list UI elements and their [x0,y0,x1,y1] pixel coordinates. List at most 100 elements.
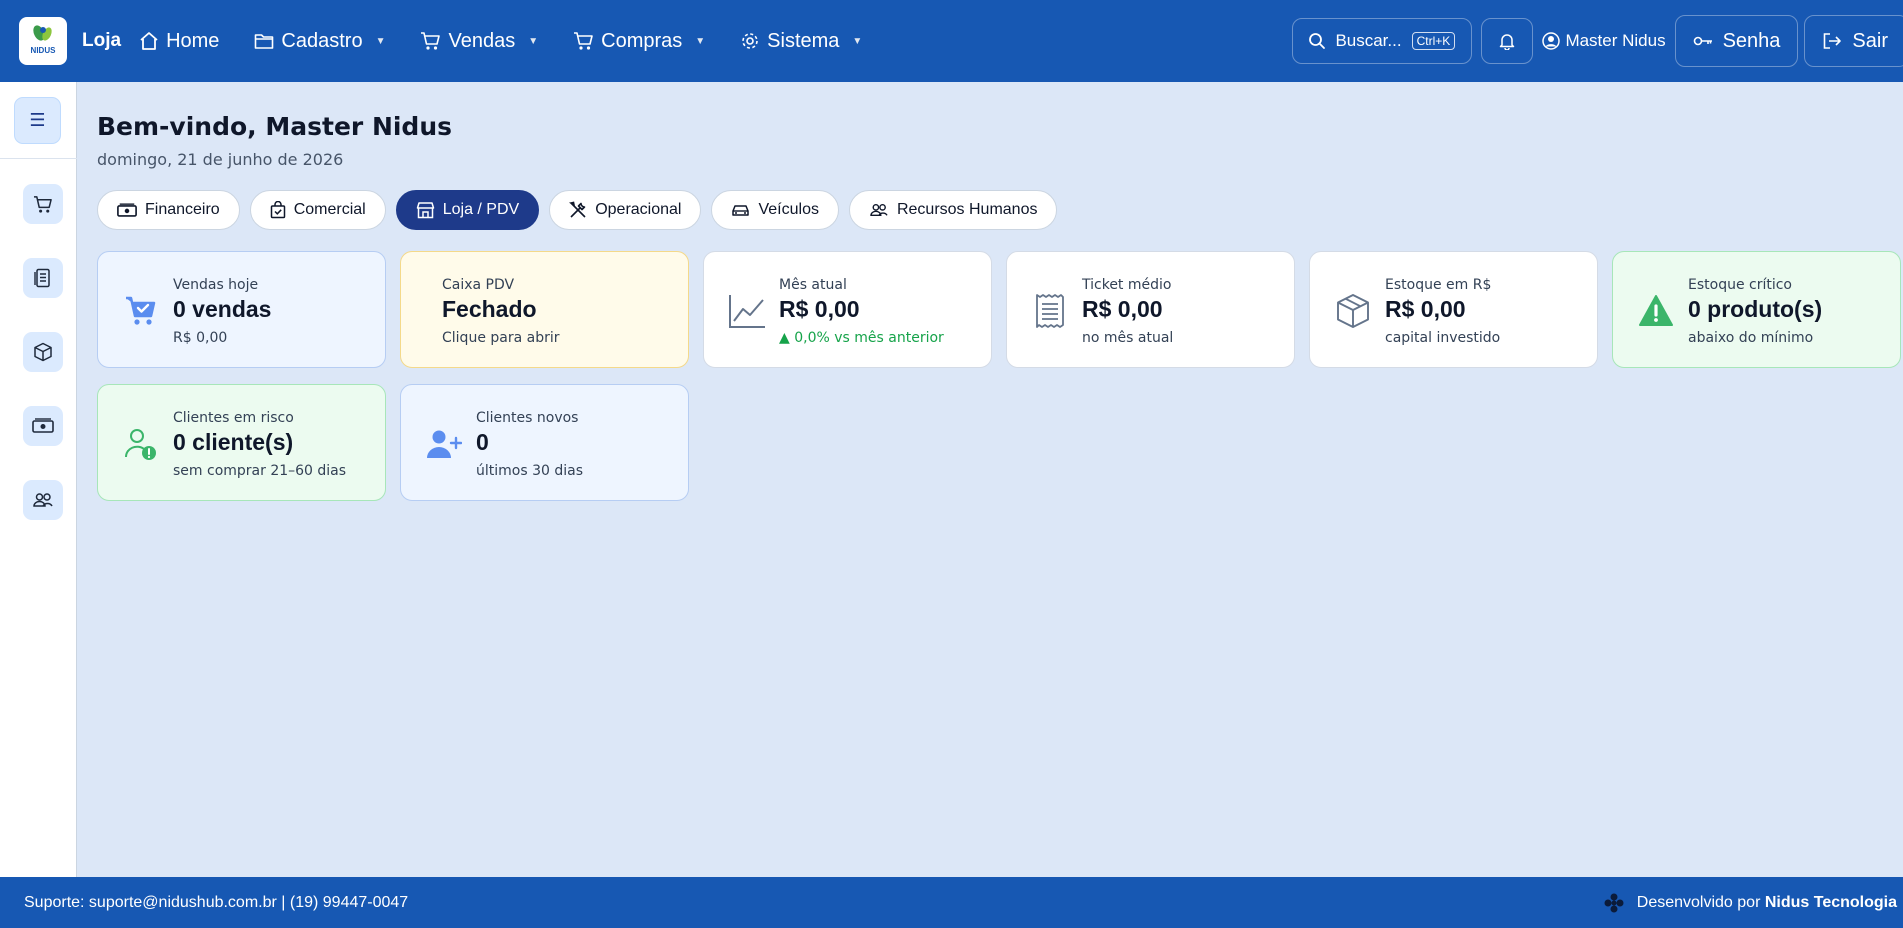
cash-icon [32,418,54,433]
card-value: 0 [476,429,489,455]
cash-icon [117,202,137,217]
tab-comercial[interactable]: Comercial [249,190,386,230]
bell-icon [1500,34,1515,50]
tab-loja-pdv[interactable]: Loja / PDV [395,190,540,230]
tools-icon [569,201,586,218]
card-estoque-valor[interactable]: Estoque em R$ R$ 0,00 capital investido [1309,251,1598,368]
nav-home[interactable]: Home [139,30,219,53]
nav-sistema-label: Sistema [767,29,840,52]
card-caixa-pdv[interactable]: Caixa PDV Fechado Clique para abrir [400,251,689,368]
sidebar-item-finance[interactable] [23,406,63,446]
nav-cadastro[interactable]: Cadastro ▼ [254,30,385,53]
user-name: Master Nidus [1565,31,1666,50]
developer-credit[interactable]: Desenvolvido por Nidus Tecnologia [1603,892,1897,914]
sidebar-divider [0,158,77,159]
shop-icon [416,202,434,219]
card-label: Caixa PDV [442,277,515,293]
home-icon [140,32,158,50]
sidebar: ☰ [0,82,77,877]
tab-veiculos-label: Veículos [758,201,819,218]
card-label: Estoque crítico [1688,277,1793,293]
nav-vendas[interactable]: Vendas ▼ [420,30,538,53]
password-label: Senha [1722,29,1781,52]
card-subtext: sem comprar 21–60 dias [173,463,347,479]
card-subtext: R$ 0,00 [173,330,228,346]
card-value: R$ 0,00 [1082,296,1163,322]
tab-operacional-label: Operacional [595,201,682,218]
user-menu[interactable]: Master Nidus [1542,31,1666,51]
dashboard-tabs: Financeiro Comercial Loja / PDV Operacio… [97,190,1067,230]
card-mes-atual[interactable]: Mês atual R$ 0,00 ▲ 0,0% vs mês anterior [703,251,992,368]
card-label: Clientes em risco [173,410,294,426]
company-mark-icon [1604,893,1624,912]
card-subtext: últimos 30 dias [476,463,584,479]
card-value: 0 produto(s) [1688,296,1823,322]
chevron-down-icon: ▼ [695,35,706,47]
sidebar-item-inventory[interactable] [23,332,63,372]
card-estoque-critico[interactable]: Estoque crítico 0 produto(s) abaixo do m… [1612,251,1901,368]
tab-veiculos[interactable]: Veículos [711,190,839,230]
current-date: domingo, 21 de junho de 2026 [97,150,344,169]
top-navbar: NIDUS Loja Home Cadastro ▼ Vendas ▼ Comp… [0,0,1903,82]
footer: Suporte: suporte@nidushub.com.br | (19) … [0,877,1903,928]
card-label: Ticket médio [1082,277,1172,293]
chevron-down-icon: ▼ [528,35,539,47]
gear-icon [742,33,758,49]
sidebar-item-receipts[interactable] [23,258,63,298]
cart-icon [33,195,52,213]
page-title: Bem-vindo, Master Nidus [97,112,453,141]
tab-operacional[interactable]: Operacional [549,190,702,230]
change-password-button[interactable]: Senha [1674,15,1799,67]
card-subtext: no mês atual [1082,330,1174,346]
warning-icon [1639,295,1673,326]
card-vendas-hoje[interactable]: Vendas hoje 0 vendas R$ 0,00 [97,251,386,368]
tab-financeiro[interactable]: Financeiro [97,190,240,230]
support-contact[interactable]: Suporte: suporte@nidushub.com.br | (19) … [24,894,408,912]
card-ticket-medio[interactable]: Ticket médio R$ 0,00 no mês atual [1006,251,1295,368]
nav-sistema[interactable]: Sistema ▼ [740,30,862,53]
nav-compras-label: Compras [601,29,683,52]
card-subtext: ▲ 0,0% vs mês anterior [779,330,944,346]
card-label: Vendas hoje [173,277,259,293]
logout-icon [1824,33,1842,49]
person-add-icon [427,430,462,458]
search-button[interactable]: Buscar... Ctrl+K [1292,18,1473,64]
people-icon [870,203,888,217]
brand-title[interactable]: Loja [82,30,121,52]
card-subtext: abaixo do mínimo [1688,330,1814,346]
sidebar-item-sales[interactable] [23,184,63,224]
card-value: R$ 0,00 [1385,296,1466,322]
card-clientes-em-risco[interactable]: Clientes em risco 0 cliente(s) sem compr… [97,384,386,501]
tab-financeiro-label: Financeiro [145,201,220,218]
search-shortcut: Ctrl+K [1411,32,1456,50]
card-label: Estoque em R$ [1385,277,1492,293]
people-icon [33,493,53,507]
card-clientes-novos[interactable]: Clientes novos 0 últimos 30 dias [400,384,689,501]
company-logo[interactable]: NIDUS [19,17,67,65]
tab-recursos-humanos[interactable]: Recursos Humanos [848,190,1058,230]
card-subtext: capital investido [1385,330,1501,346]
person-alert-icon [124,429,156,460]
sidebar-toggle-button[interactable]: ☰ [14,97,61,144]
chevron-down-icon: ▼ [852,35,863,47]
logo-leaf-icon [33,24,52,41]
nav-cadastro-label: Cadastro [281,29,363,52]
card-value: 0 vendas [173,296,272,322]
card-subtext: Clique para abrir [442,330,560,346]
menu-icon: ☰ [29,110,46,131]
receipt-icon [1036,294,1064,328]
tab-loja-pdv-label: Loja / PDV [442,201,520,218]
line-chart-icon [729,295,765,328]
sidebar-item-people[interactable] [23,480,63,520]
card-value: 0 cliente(s) [173,429,294,455]
box-icon [34,342,52,362]
card-value: R$ 0,00 [779,296,860,322]
notifications-button[interactable] [1481,18,1534,64]
nav-vendas-label: Vendas [448,29,516,52]
cart-check-icon [126,296,156,325]
search-icon [1309,33,1326,49]
nav-compras[interactable]: Compras ▼ [573,30,705,53]
logout-button[interactable]: Sair [1804,15,1903,67]
search-label: Buscar... [1335,31,1402,50]
nav-home-label: Home [166,29,220,52]
